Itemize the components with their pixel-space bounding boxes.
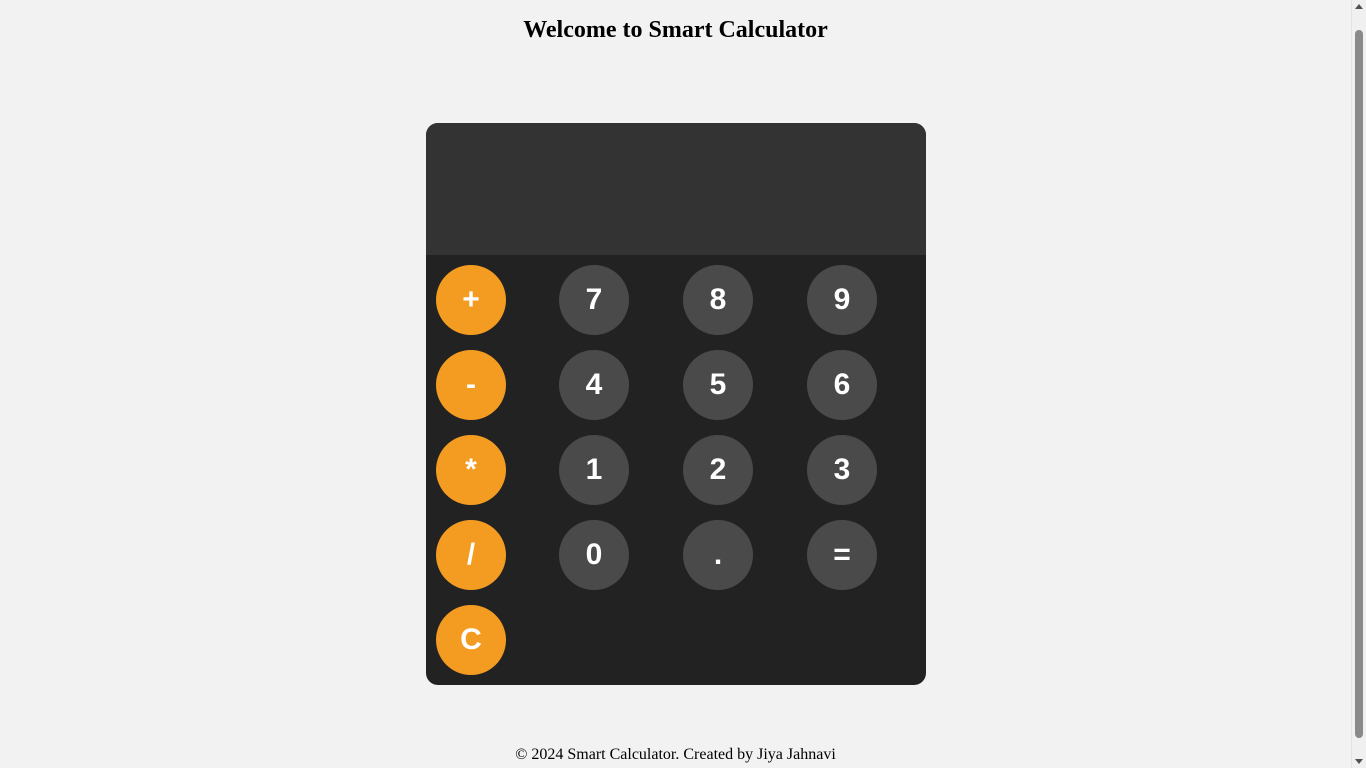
page-title: Welcome to Smart Calculator [523, 17, 828, 43]
footer-copyright: © 2024 Smart Calculator. Created by Jiya… [515, 746, 836, 763]
multiply-button[interactable]: * [436, 435, 506, 505]
digit-1-button[interactable]: 1 [559, 435, 629, 505]
digit-9-button[interactable]: 9 [807, 265, 877, 335]
digit-7-button[interactable]: 7 [559, 265, 629, 335]
clear-button[interactable]: C [436, 605, 506, 675]
digit-2-button[interactable]: 2 [683, 435, 753, 505]
digit-6-button[interactable]: 6 [807, 350, 877, 420]
calculator: + 7 8 9 - 4 5 6 * 1 2 3 / 0 . = C [426, 123, 926, 685]
digit-4-button[interactable]: 4 [559, 350, 629, 420]
digit-8-button[interactable]: 8 [683, 265, 753, 335]
digit-5-button[interactable]: 5 [683, 350, 753, 420]
digit-3-button[interactable]: 3 [807, 435, 877, 505]
calculator-display [426, 123, 926, 255]
digit-0-button[interactable]: 0 [559, 520, 629, 590]
minus-button[interactable]: - [436, 350, 506, 420]
divide-button[interactable]: / [436, 520, 506, 590]
vertical-scrollbar[interactable] [1351, 0, 1366, 768]
decimal-point-button[interactable]: . [683, 520, 753, 590]
scrollbar-thumb[interactable] [1355, 30, 1363, 738]
plus-button[interactable]: + [436, 265, 506, 335]
equals-button[interactable]: = [807, 520, 877, 590]
scroll-up-arrow-icon[interactable] [1355, 4, 1363, 9]
page: Welcome to Smart Calculator + 7 8 9 - 4 … [0, 0, 1351, 768]
scroll-down-arrow-icon[interactable] [1355, 759, 1363, 764]
